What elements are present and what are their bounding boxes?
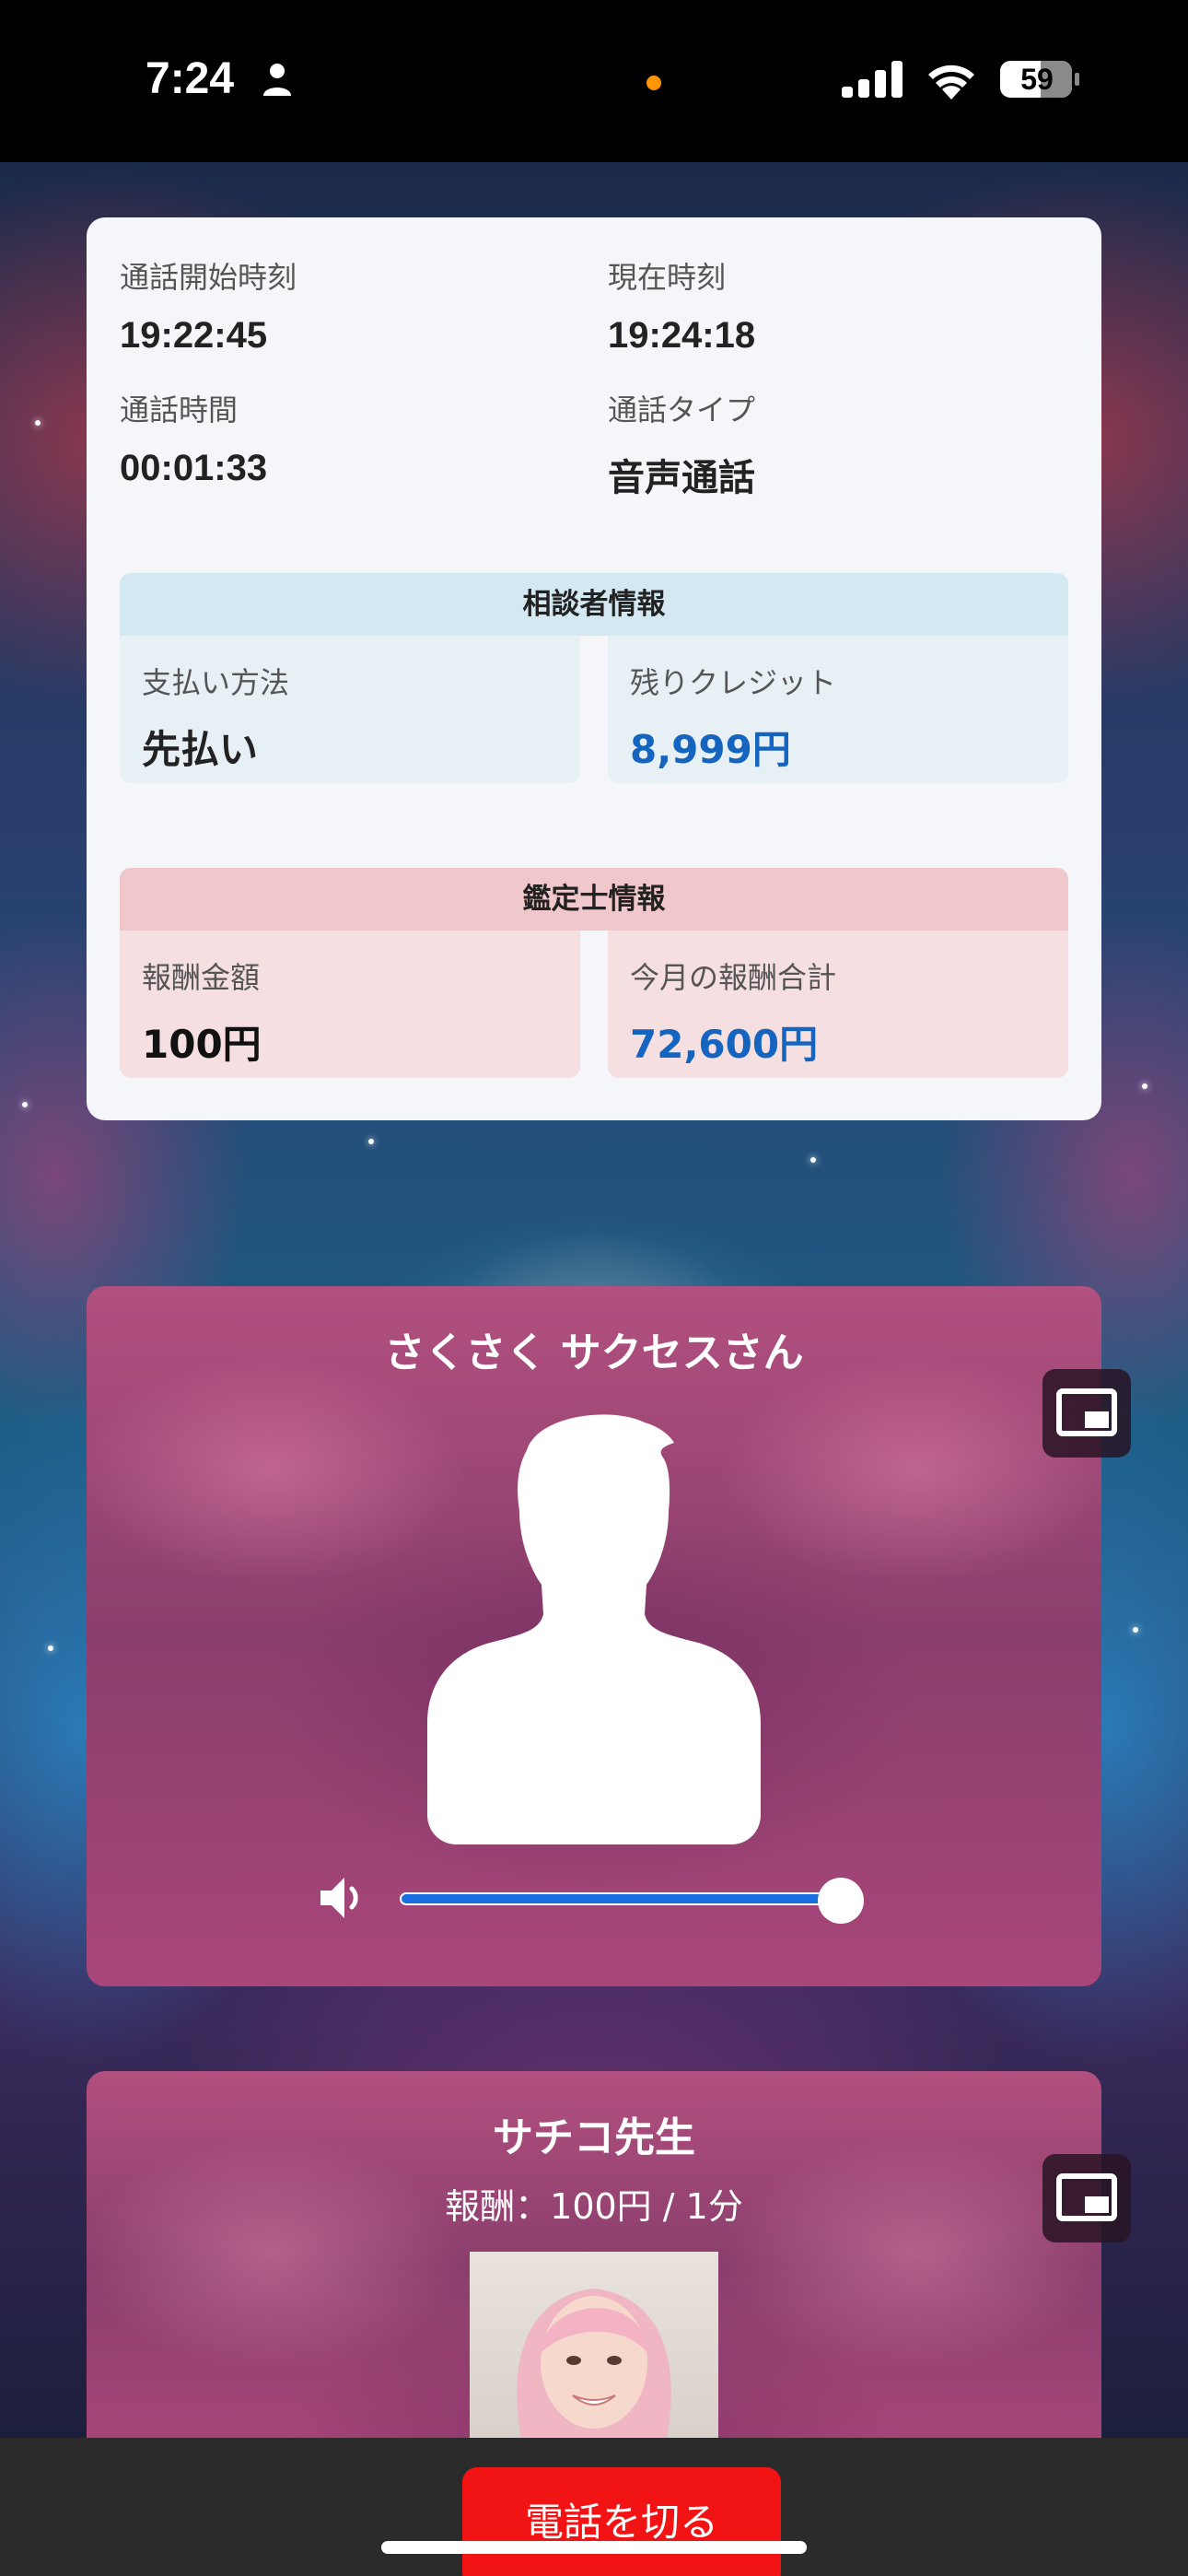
call-type-value: 音声通話 [608, 458, 755, 498]
remaining-credit-label: 残りクレジット [630, 665, 837, 700]
fee-box: 報酬金額 100円 [120, 931, 580, 1078]
hang-up-button[interactable]: 電話を切る [462, 2467, 781, 2576]
remaining-credit-value: 8,999円 [630, 727, 791, 772]
client-info-header: 相談者情報 [120, 573, 1068, 636]
person-icon [263, 64, 291, 96]
star [368, 1139, 374, 1144]
advisor-info-section: 鑑定士情報 報酬金額 100円 今月の報酬合計 72,600円 [120, 868, 1068, 1078]
volume-slider-track[interactable] [400, 1892, 842, 1905]
start-time-value: 19:22:45 [120, 315, 268, 356]
picture-in-picture-icon [1056, 1388, 1117, 1436]
payment-method-box: 支払い方法 先払い [120, 636, 580, 783]
signal-icon [842, 61, 903, 98]
start-time-block: 通話開始時刻 19:22:45 [120, 254, 297, 357]
start-time-label: 通話開始時刻 [120, 260, 297, 295]
client-info-section: 相談者情報 支払い方法 先払い 残りクレジット 8,999円 [120, 573, 1068, 783]
volume-slider-thumb[interactable] [818, 1878, 864, 1924]
current-time-block: 現在時刻 19:24:18 [608, 254, 755, 357]
advisor-rate: 報酬：100円 / 1分 [445, 2186, 743, 2227]
call-type-block: 通話タイプ 音声通話 [608, 387, 755, 501]
privacy-indicator-dot [646, 76, 661, 90]
star [1142, 1083, 1147, 1089]
current-time-label: 現在時刻 [608, 260, 727, 295]
status-bar: 7:24 59 [0, 0, 1188, 162]
month-total-value: 72,600円 [630, 1022, 819, 1067]
month-total-label: 今月の報酬合計 [630, 960, 837, 995]
star [22, 1102, 28, 1107]
status-time: 7:24 [146, 54, 235, 103]
payment-method-value: 先払い [142, 727, 259, 772]
wifi-icon [928, 64, 974, 100]
pip-button-client[interactable] [1042, 1369, 1131, 1458]
avatar-silhouette-icon [427, 1414, 761, 1844]
picture-in-picture-icon [1056, 2173, 1117, 2221]
star [48, 1645, 53, 1651]
duration-block: 通話時間 00:01:33 [120, 387, 267, 489]
advisor-name: サチコ先生 [493, 2114, 695, 2161]
client-name: さくさく サクセスさん [384, 1329, 804, 1376]
current-time-value: 19:24:18 [608, 315, 756, 356]
payment-method-label: 支払い方法 [142, 665, 290, 700]
duration-value: 00:01:33 [120, 448, 268, 488]
call-info-panel: 通話開始時刻 19:22:45 現在時刻 19:24:18 通話時間 00:01… [87, 217, 1101, 1120]
month-total-box: 今月の報酬合計 72,600円 [608, 931, 1068, 1078]
star [810, 1157, 816, 1163]
fee-value: 100円 [142, 1022, 262, 1067]
star [35, 420, 41, 426]
pip-button-advisor[interactable] [1042, 2154, 1131, 2242]
advisor-info-header: 鑑定士情報 [120, 868, 1068, 931]
remaining-credit-box: 残りクレジット 8,999円 [608, 636, 1068, 783]
volume-icon[interactable] [319, 1874, 368, 1922]
home-indicator[interactable] [381, 2541, 807, 2554]
battery-percent: 59 [1020, 63, 1054, 96]
star [1133, 1627, 1138, 1633]
duration-label: 通話時間 [120, 392, 239, 427]
call-type-label: 通話タイプ [608, 392, 756, 427]
advisor-photo [470, 2252, 718, 2454]
fee-label: 報酬金額 [142, 960, 261, 995]
advisor-portrait-image [517, 2289, 671, 2454]
